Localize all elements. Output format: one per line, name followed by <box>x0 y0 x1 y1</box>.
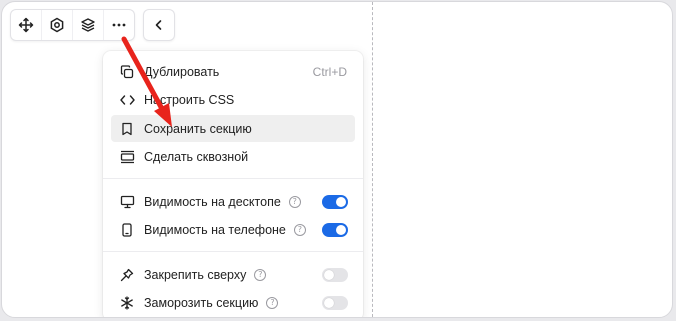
toggle-knob <box>324 297 334 308</box>
toggle-knob <box>336 224 346 235</box>
menu-item-label: Дублировать <box>144 64 220 79</box>
freeze-section-toggle[interactable] <box>322 295 348 310</box>
menu-item-label: Сделать сквозной <box>144 149 249 164</box>
more-button[interactable] <box>103 10 134 40</box>
help-icon[interactable]: ? <box>266 296 279 309</box>
section-context-menu: Дублировать Ctrl+D Настроить CSS Сохрани… <box>103 51 363 317</box>
menu-item-custom-css[interactable]: Настроить CSS <box>111 86 355 113</box>
menu-item-desktop-visibility[interactable]: Видимость на десктопе ? <box>111 188 355 215</box>
menu-item-phone-visibility[interactable]: Видимость на телефоне ? <box>111 216 355 243</box>
phone-visibility-toggle[interactable] <box>322 222 348 237</box>
toggle-knob <box>324 269 334 280</box>
layers-icon <box>81 18 95 32</box>
desktop-icon <box>119 194 135 210</box>
menu-item-make-global[interactable]: Сделать сквозной <box>111 143 355 170</box>
menu-item-duplicate[interactable]: Дублировать Ctrl+D <box>111 58 355 85</box>
help-icon[interactable]: ? <box>254 268 267 281</box>
toggle-knob <box>336 196 346 207</box>
menu-divider <box>103 178 363 179</box>
app-frame: Дублировать Ctrl+D Настроить CSS Сохрани… <box>1 1 673 318</box>
menu-divider <box>103 251 363 252</box>
menu-item-freeze-section[interactable]: Заморозить секцию ? <box>111 289 355 316</box>
menu-item-label: Закрепить сверху <box>144 267 247 282</box>
code-icon <box>119 92 135 108</box>
layers-button[interactable] <box>72 10 103 40</box>
menu-item-label: Настроить CSS <box>144 92 235 107</box>
shortcut-hint: Ctrl+D <box>312 64 347 79</box>
phone-icon <box>119 222 135 238</box>
duplicate-icon <box>119 64 135 80</box>
chevron-left-icon <box>155 20 162 30</box>
section-toolbar <box>10 9 175 41</box>
menu-item-pin-top[interactable]: Закрепить сверху ? <box>111 261 355 288</box>
settings-button[interactable] <box>41 10 72 40</box>
section-boundary <box>372 2 373 317</box>
move-button[interactable] <box>11 10 41 40</box>
menu-item-save-section[interactable]: Сохранить секцию <box>111 115 355 142</box>
pin-top-toggle[interactable] <box>322 267 348 282</box>
help-icon[interactable]: ? <box>293 223 306 236</box>
desktop-visibility-toggle[interactable] <box>322 194 348 209</box>
move-icon <box>18 17 34 33</box>
settings-icon <box>50 17 64 33</box>
snowflake-icon <box>119 295 135 311</box>
menu-item-label: Сохранить секцию <box>144 121 252 136</box>
bookmark-icon <box>119 121 135 137</box>
help-icon[interactable]: ? <box>288 195 301 208</box>
toolbar-group <box>10 9 135 41</box>
pin-icon <box>119 267 135 283</box>
menu-item-label: Видимость на десктопе <box>144 194 281 209</box>
layout-icon <box>119 149 135 165</box>
collapse-button[interactable] <box>143 9 175 41</box>
more-icon <box>112 23 126 27</box>
menu-item-label: Видимость на телефоне <box>144 222 286 237</box>
menu-item-label: Заморозить секцию <box>144 295 259 310</box>
